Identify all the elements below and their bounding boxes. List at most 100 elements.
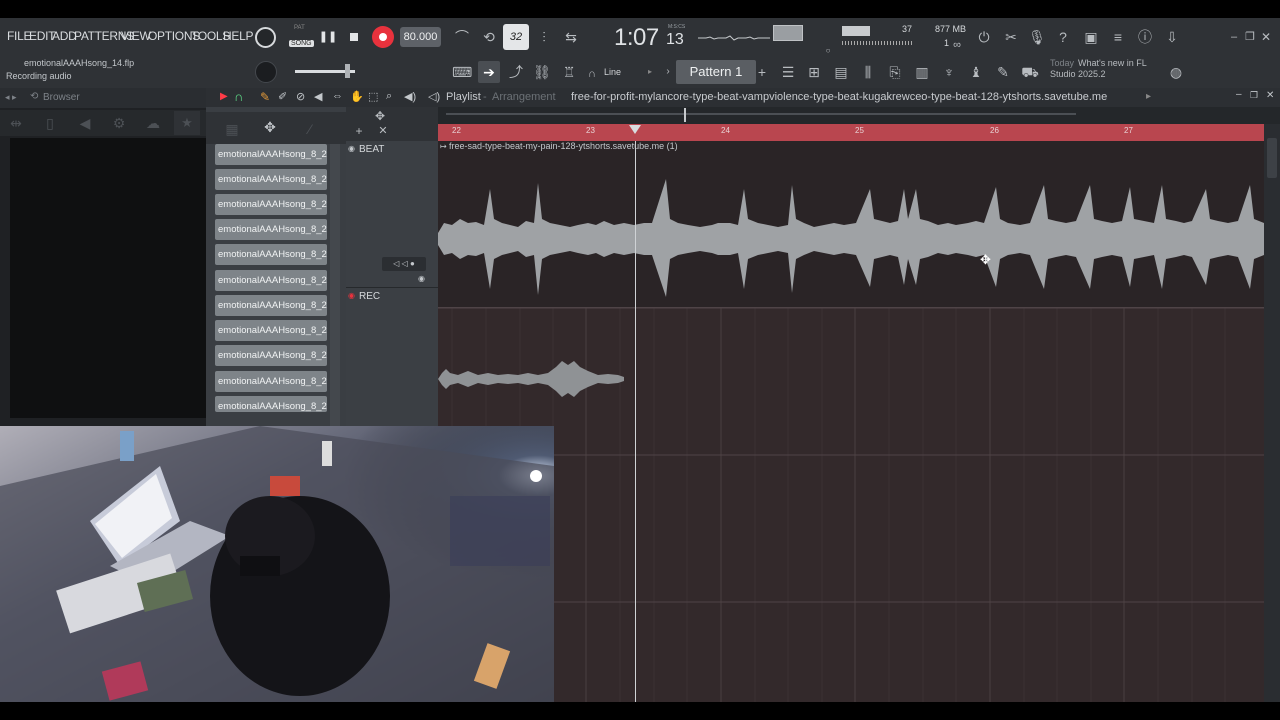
delete-tool-icon[interactable]: ⊘ (296, 90, 305, 103)
speaker-icon[interactable]: ◀ (77, 114, 93, 132)
stamp-icon[interactable]: ♖ (558, 63, 580, 81)
track-beat-controls[interactable]: ◁ ◁ ● (382, 257, 426, 271)
playlist-overview[interactable] (438, 107, 1280, 124)
cut-icon[interactable]: ✂ (1002, 28, 1020, 46)
mixer-view-icon[interactable]: ⫼ (858, 63, 878, 81)
channel-item[interactable]: emotionalAAAHsong_8_2... (215, 371, 327, 392)
playlist-vertical-scrollbar[interactable] (1264, 124, 1280, 702)
track-beat[interactable]: ◉ BEAT ◁ ◁ ● ◉ (346, 141, 438, 288)
download-icon[interactable]: ⇩ (1163, 28, 1181, 46)
save-icon[interactable]: ▣ (1082, 28, 1100, 46)
file-icon[interactable]: ▯ (42, 114, 58, 132)
channel-scrollbar[interactable] (330, 144, 340, 434)
draw-mode-button[interactable]: ➔ (478, 61, 500, 83)
menu-view[interactable]: VIEW (121, 29, 151, 43)
playback-tool-icon[interactable]: ◀) (404, 90, 416, 103)
browser-back-icon[interactable]: ⟲ (30, 91, 38, 102)
brush-tool-icon[interactable]: ⁄ (302, 120, 318, 138)
channel-item[interactable]: emotionalAAAHsong_8_2... (215, 219, 327, 240)
playlist-icon[interactable]: ☰ (778, 63, 798, 81)
slice-tool-icon[interactable]: ✋ (350, 90, 364, 103)
curve-icon[interactable]: ⤴ (506, 63, 526, 81)
vertical-scroll-thumb[interactable] (1267, 138, 1277, 178)
shop-icon[interactable]: ⛟ (1020, 63, 1040, 81)
snap-select[interactable]: Line ▸ (600, 62, 654, 82)
minimize-icon[interactable]: – (1228, 28, 1240, 46)
move-icon[interactable]: ✥ (261, 118, 279, 136)
pattern-song-toggle[interactable]: PAT SONG (288, 24, 315, 51)
track-rec-dot-icon[interactable]: ◉ (348, 291, 355, 300)
song-time[interactable]: 1:07 M:S:CS 13 (614, 23, 694, 53)
stop-button[interactable] (345, 28, 363, 46)
playhead-marker[interactable] (629, 125, 641, 134)
pattern-select[interactable]: Pattern 1 (676, 60, 756, 84)
cloud-icon[interactable]: ☁ (145, 114, 161, 132)
arrangement-name[interactable]: free-for-profit-mylancore-type-beat-vamp… (571, 91, 1107, 103)
magnet-snap-icon[interactable]: ∩ (234, 89, 243, 104)
arrangement-chevron-icon[interactable]: ▸ (1146, 91, 1151, 102)
mixer-icon[interactable]: ≡ (1109, 28, 1127, 46)
channel-item[interactable]: emotionalAAAHsong_8_2... (215, 345, 327, 366)
channel-rack-icon[interactable]: ▤ (831, 63, 851, 81)
slip-tool-icon[interactable]: ⇔ (332, 90, 343, 102)
metronome-icon[interactable]: ⌒ (452, 28, 472, 46)
channel-item[interactable]: emotionalAAAHsong_8_2... (215, 169, 327, 190)
channel-item[interactable]: emotionalAAAHsong_8_2... (215, 320, 327, 341)
piano-roll-icon[interactable]: ⌨ (452, 63, 472, 81)
step-editing-button[interactable]: 32 (503, 24, 529, 50)
info-icon[interactable]: ⓘ (1136, 28, 1154, 46)
channel-item[interactable]: emotionalAAAHsong_8_2... (215, 270, 327, 291)
add-track-icon[interactable]: + (352, 122, 366, 140)
channel-item[interactable]: emotionalAAAHsong_8_2... (215, 396, 327, 412)
menu-add[interactable]: ADD (52, 29, 77, 43)
plugin-database-icon[interactable]: ♝ (966, 63, 986, 81)
main-volume-handle[interactable] (345, 64, 350, 78)
track-beat-dot-icon[interactable]: ◉ (348, 144, 355, 153)
link-icon[interactable]: ⛓ (532, 63, 552, 81)
playlist-play-icon[interactable]: ▶ (220, 91, 228, 102)
browser-view-icon[interactable]: ⎘ (885, 63, 905, 81)
tempo-display[interactable]: 80.000 (400, 27, 441, 47)
arrangement-grid[interactable]: ↦ free-sad-type-beat-my-pain-128-ytshort… (438, 141, 1264, 702)
paint-tool-icon[interactable]: ✐ (278, 90, 287, 103)
loop-record-icon[interactable]: ⇆ (560, 28, 582, 46)
menu-file[interactable]: FILE (7, 29, 31, 43)
blend-notes-icon[interactable]: ⫶ (534, 28, 554, 46)
browser-list[interactable] (10, 138, 206, 418)
overview-thumb[interactable] (446, 113, 1076, 115)
record-button[interactable] (372, 26, 394, 48)
magnet-icon[interactable]: ∩ (586, 65, 598, 83)
timeline-ruler[interactable]: 22 23 24 25 26 27 (438, 124, 1264, 141)
plugin-icon[interactable]: ⚙ (111, 114, 127, 132)
channel-item[interactable]: emotionalAAAHsong_8_2... (215, 144, 327, 165)
zoom-tool-icon[interactable]: ⌕ (386, 90, 392, 103)
star-button[interactable]: ★ (174, 111, 200, 135)
mute-tool-icon[interactable]: ◀ (314, 90, 322, 103)
playlist-maximize-icon[interactable]: ❐ (1250, 90, 1258, 101)
brush-icon[interactable]: ✎ (993, 63, 1013, 81)
plugin-picker-icon[interactable]: ▥ (912, 63, 932, 81)
help-icon[interactable]: ? (1054, 28, 1072, 46)
channel-item[interactable]: emotionalAAAHsong_8_2... (215, 295, 327, 316)
playlist-speaker-icon[interactable]: ◁) (428, 90, 440, 103)
pencil-tool-icon[interactable]: ✎ (260, 90, 270, 104)
collapse-icon[interactable]: ⇹ (8, 114, 24, 132)
remove-track-icon[interactable]: ✕ (376, 122, 390, 140)
maximize-icon[interactable]: ❐ (1244, 28, 1256, 46)
main-volume-knob[interactable] (255, 27, 276, 48)
globe-icon[interactable]: ◍ (1167, 63, 1185, 81)
channel-item[interactable]: emotionalAAAHsong_8_2... (215, 244, 327, 265)
step-sequencer-icon[interactable]: ⊞ (804, 63, 824, 81)
master-pitch-slider[interactable] (773, 25, 803, 41)
grid-icon[interactable]: ▦ (224, 120, 240, 138)
menu-help[interactable]: HELP (223, 29, 253, 43)
channel-item[interactable]: emotionalAAAHsong_8_2... (215, 194, 327, 215)
microphone-icon[interactable]: 🎙 (1028, 28, 1046, 46)
news-text[interactable]: What's new in FL Studio 2025.2 (1050, 58, 1160, 80)
playlist-close-icon[interactable]: ✕ (1266, 90, 1274, 101)
track-beat-toggle-icon[interactable]: ◉ (418, 274, 425, 283)
add-pattern-icon[interactable]: + (756, 63, 768, 81)
playlist-minimize-icon[interactable]: – (1236, 89, 1242, 100)
wait-for-input-icon[interactable]: ⟲ (478, 28, 500, 46)
hint-knob[interactable] (255, 61, 277, 83)
